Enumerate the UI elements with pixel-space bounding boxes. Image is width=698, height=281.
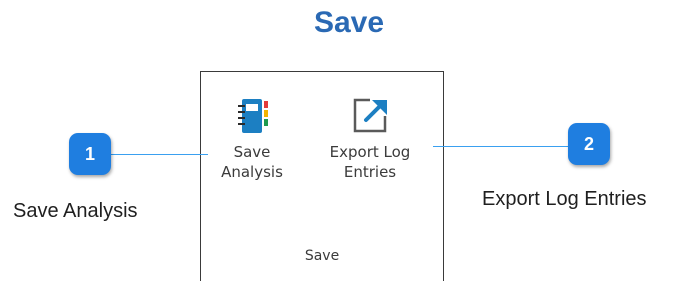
- save-analysis-button[interactable]: Save Analysis: [213, 96, 291, 182]
- callout-badge-1: 1: [69, 133, 111, 175]
- ribbon-group-save: Save Analysis Export Log Entries Save: [200, 71, 444, 281]
- export-icon: [353, 98, 387, 133]
- save-notebook-icon: [238, 99, 268, 133]
- page-title: Save: [313, 6, 385, 39]
- export-log-entries-button[interactable]: Export Log Entries: [309, 96, 431, 182]
- ribbon-group-label: Save: [304, 248, 340, 264]
- callout-1-connector: [111, 154, 208, 155]
- save-analysis-label-line1: Save: [233, 143, 271, 161]
- save-analysis-label-line2: Analysis: [221, 163, 283, 181]
- callout-2-connector: [433, 146, 568, 147]
- callout-2-caption: Export Log Entries: [482, 188, 647, 210]
- export-log-label-line2: Entries: [343, 163, 397, 181]
- callout-1-caption: Save Analysis: [13, 200, 138, 222]
- export-log-label-line1: Export Log: [329, 143, 411, 161]
- callout-badge-2: 2: [568, 123, 610, 165]
